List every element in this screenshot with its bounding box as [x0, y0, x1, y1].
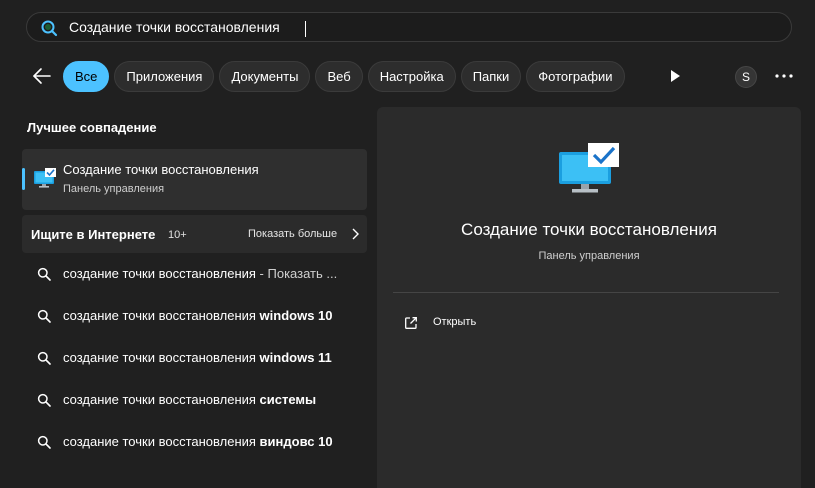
- text-caret: [305, 21, 306, 37]
- suggestion-rest: - Показать ...: [255, 266, 338, 281]
- web-search-heading: Ищите в Интернете: [31, 227, 156, 242]
- filter-chip[interactable]: Документы: [219, 61, 311, 92]
- suggestion-prefix: создание точки восстановления: [63, 350, 260, 365]
- filter-chip[interactable]: Все: [63, 61, 110, 92]
- search-input[interactable]: [69, 17, 769, 37]
- web-suggestion[interactable]: создание точки восстановления windows 11: [22, 343, 367, 373]
- best-match-result[interactable]: Создание точки восстановления Панель упр…: [22, 149, 367, 210]
- filter-tabs: Все Приложения Документы Веб Настройка Папки Ф…: [63, 61, 625, 92]
- search-icon: [41, 20, 58, 37]
- divider: [393, 292, 779, 293]
- suggestion-prefix: создание точки восстановления: [63, 392, 260, 407]
- suggestion-prefix: создание точки восстановления: [63, 266, 256, 281]
- web-suggestion[interactable]: создание точки восстановления - Показать…: [22, 259, 367, 289]
- selection-indicator: [22, 168, 25, 190]
- suggestion-bold: windows 11: [259, 350, 332, 365]
- suggestion-text: создание точки восстановления системы: [63, 392, 316, 407]
- suggestion-bold: системы: [259, 392, 317, 407]
- more-options-icon[interactable]: [773, 68, 795, 84]
- preview-pane: Создание точки восстановления Панель упр…: [377, 107, 801, 488]
- best-match-subtitle: Панель управления: [63, 183, 165, 195]
- filter-chip[interactable]: Веб: [315, 61, 363, 92]
- best-match-heading: Лучшее совпадение: [27, 120, 157, 135]
- filter-chip[interactable]: Папки: [460, 61, 522, 92]
- system-restore-icon: [559, 143, 619, 193]
- back-arrow-icon[interactable]: [30, 64, 54, 88]
- open-external-icon: [405, 317, 417, 329]
- filter-chip[interactable]: Фотографии: [526, 61, 625, 92]
- web-results-count: 10+: [168, 229, 187, 241]
- play-icon[interactable]: [667, 68, 683, 84]
- best-match-title: Создание точки восстановления: [63, 162, 259, 177]
- suggestion-text: создание точки восстановления виндовс 10: [63, 434, 333, 449]
- search-icon: [37, 309, 51, 323]
- suggestion-bold: виндовс 10: [259, 434, 333, 449]
- web-suggestion[interactable]: создание точки восстановления виндовс 10: [22, 427, 367, 457]
- show-more-link[interactable]: Показать больше: [248, 228, 337, 240]
- open-label: Открыть: [433, 316, 477, 328]
- filter-chip[interactable]: Приложения: [114, 61, 215, 92]
- preview-subtitle: Панель управления: [538, 250, 640, 262]
- suggestion-text: создание точки восстановления windows 11: [63, 350, 332, 365]
- filter-chip[interactable]: Настройка: [367, 61, 456, 92]
- suggestion-bold: windows 10: [259, 308, 333, 323]
- suggestion-text: создание точки восстановления - Показать…: [63, 266, 337, 281]
- search-icon: [37, 267, 51, 281]
- chevron-right-icon: [352, 228, 359, 240]
- avatar[interactable]: S: [735, 66, 757, 88]
- suggestion-prefix: создание точки восстановления: [63, 434, 260, 449]
- search-icon: [37, 393, 51, 407]
- search-bar[interactable]: [26, 12, 792, 42]
- web-search-header[interactable]: Ищите в Интернете 10+ Показать больше: [22, 215, 367, 253]
- suggestion-prefix: создание точки восстановления: [63, 308, 260, 323]
- system-restore-icon: [34, 168, 56, 188]
- preview-title: Создание точки восстановления: [461, 220, 717, 239]
- search-icon: [37, 351, 51, 365]
- web-suggestion[interactable]: создание точки восстановления системы: [22, 385, 367, 415]
- suggestion-text: создание точки восстановления windows 10: [63, 308, 333, 323]
- search-icon: [37, 435, 51, 449]
- open-button[interactable]: Открыть: [400, 311, 600, 335]
- web-suggestion[interactable]: создание точки восстановления windows 10: [22, 301, 367, 331]
